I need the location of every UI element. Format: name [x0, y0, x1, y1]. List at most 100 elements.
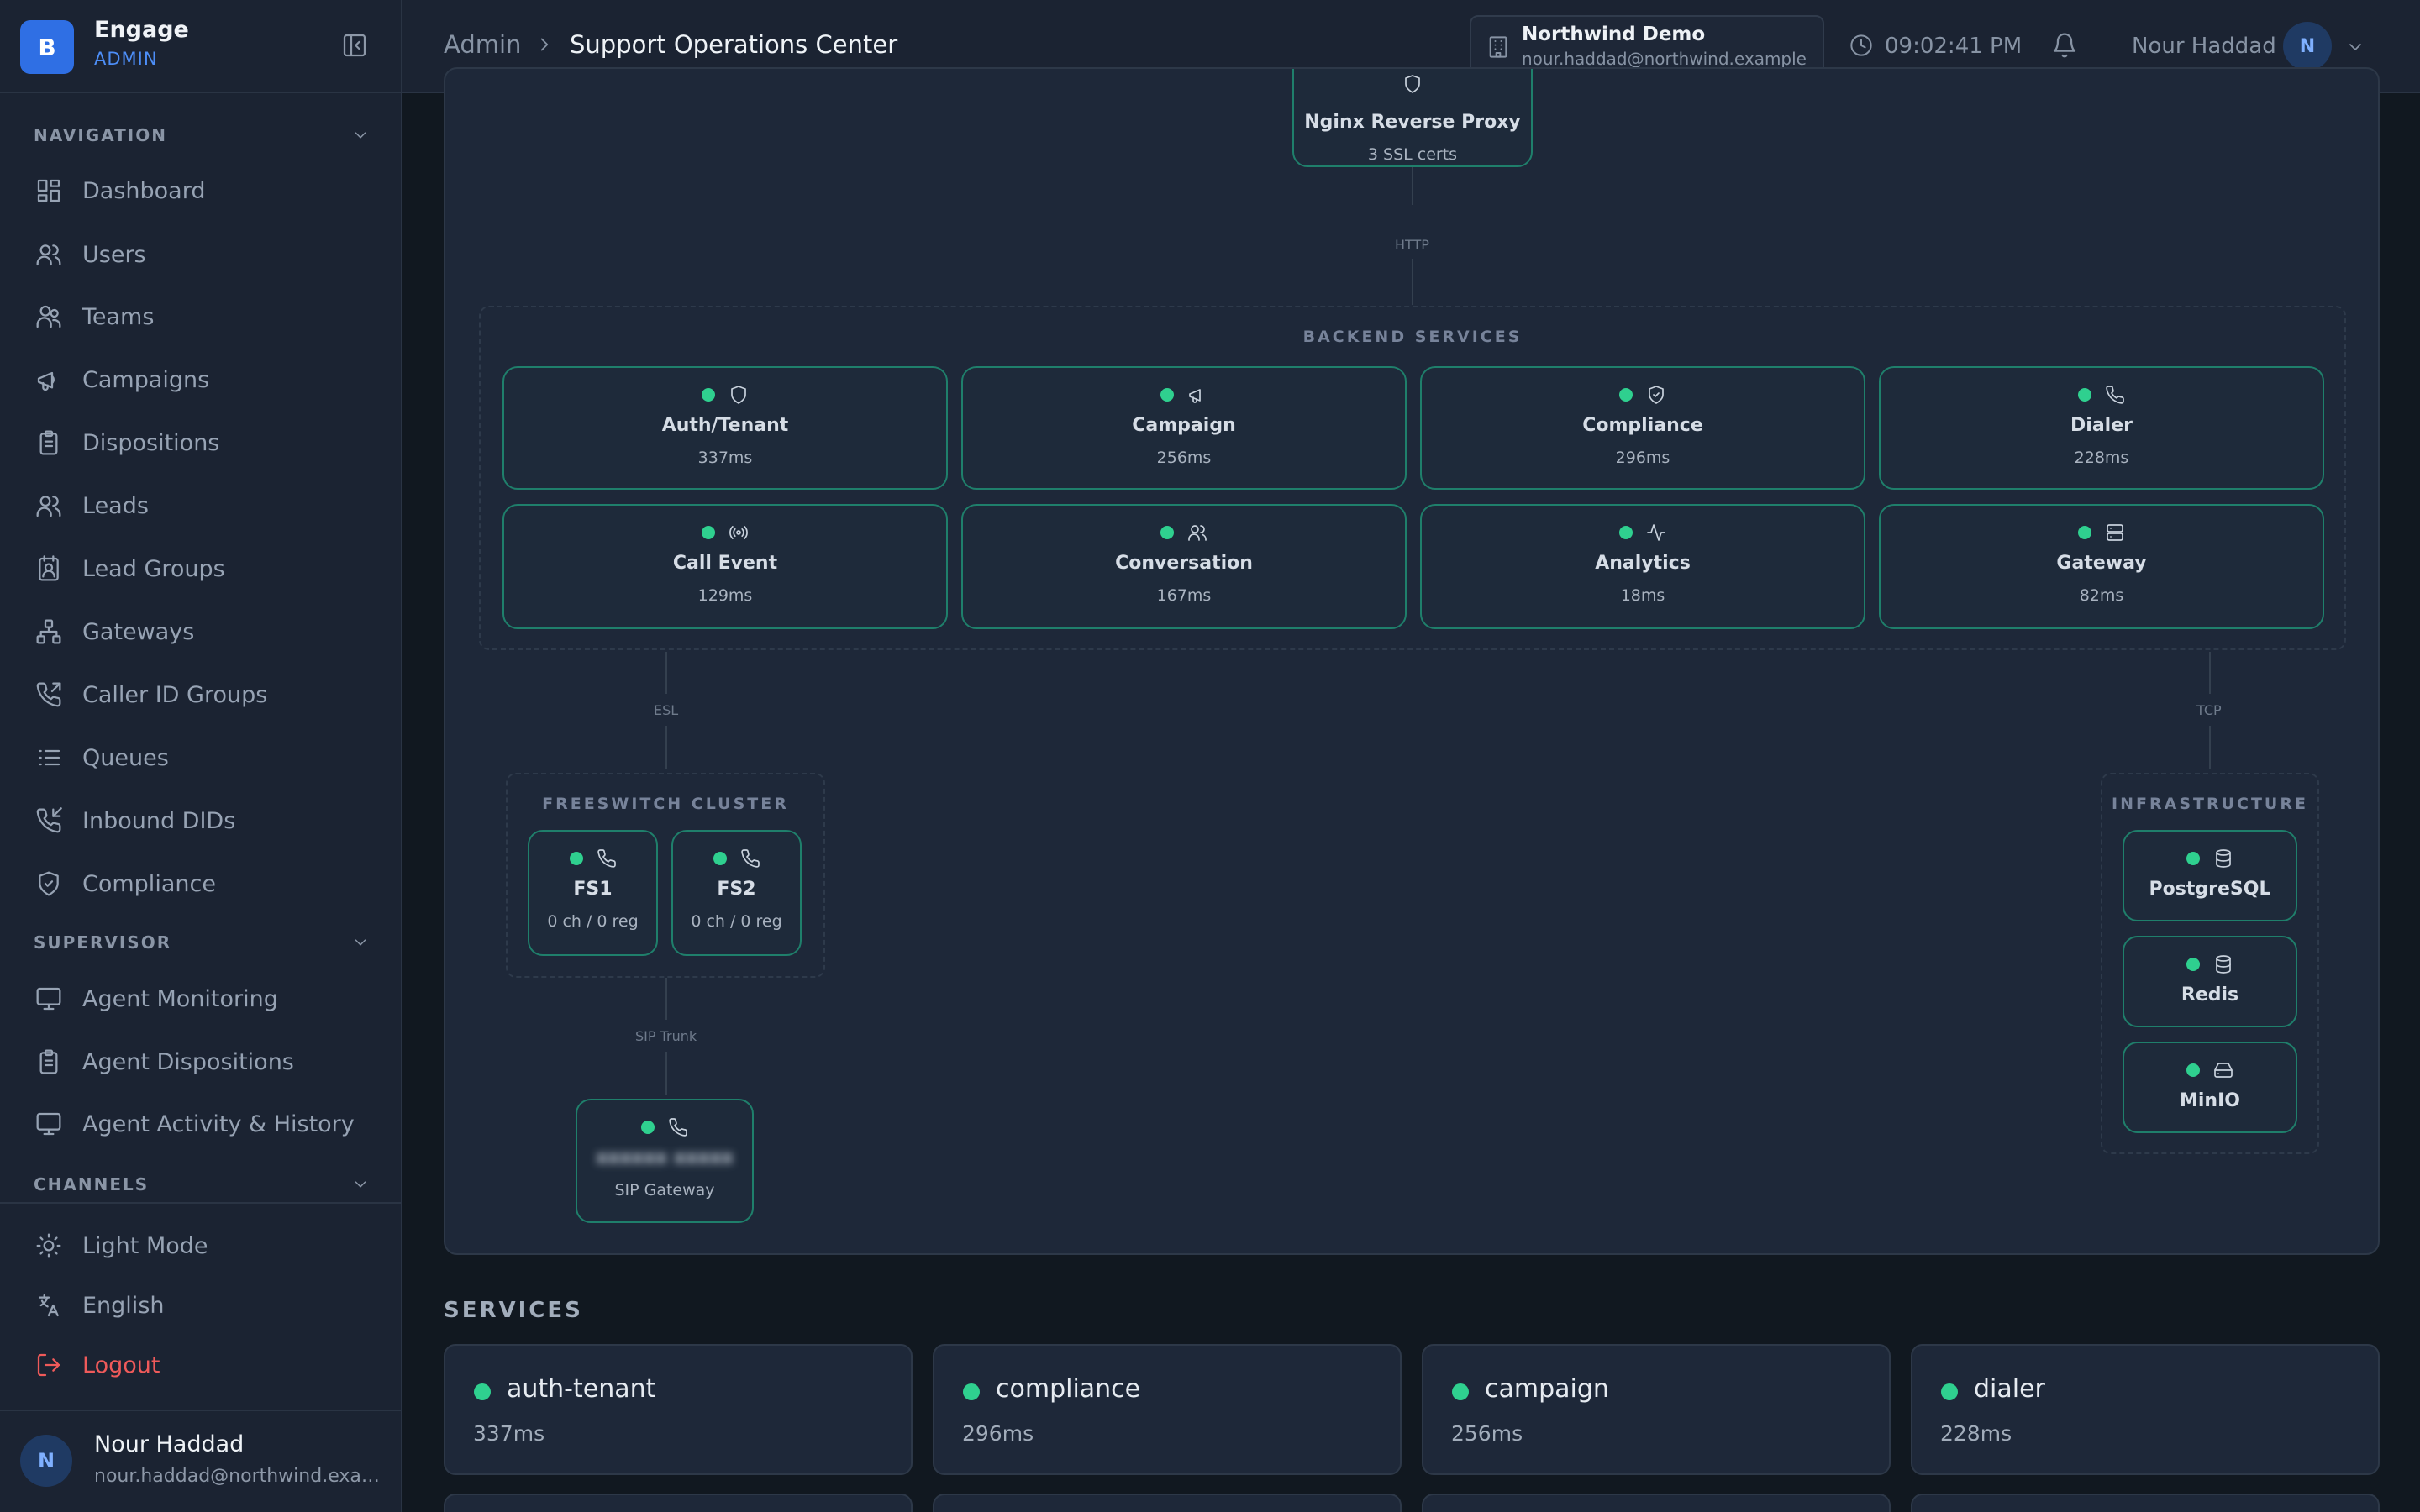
status-dot — [963, 1383, 980, 1400]
node-latency: 228ms — [2074, 449, 2129, 467]
service-node-call-event[interactable]: Call Event 129ms — [502, 504, 948, 629]
service-card-campaign[interactable]: campaign 256ms — [1422, 1344, 1891, 1475]
contact-book-icon — [34, 554, 64, 584]
connector — [2209, 652, 2211, 694]
node-name: Redis — [2181, 984, 2239, 1005]
connector-label-sip-trunk: SIP Trunk — [635, 1028, 697, 1044]
header-user-name[interactable]: Nour Haddad — [2132, 34, 2276, 59]
avatar[interactable]: N — [20, 1435, 72, 1487]
sidebar-item-leads[interactable]: Leads — [34, 486, 378, 526]
monitor-icon — [34, 984, 64, 1014]
status-dot — [2078, 526, 2091, 539]
chevron-down-icon[interactable] — [2345, 37, 2365, 57]
sidebar-item-agent-activity-history[interactable]: Agent Activity & History — [34, 1104, 378, 1144]
service-node-compliance[interactable]: Compliance 296ms — [1420, 366, 1865, 490]
connector-label-tcp: TCP — [2196, 702, 2222, 718]
section-supervisor[interactable]: SUPERVISOR — [34, 927, 370, 958]
service-name: dialer — [1974, 1374, 2045, 1404]
logout-button[interactable]: Logout — [34, 1345, 378, 1385]
sidebar-item-lead-groups[interactable]: Lead Groups — [34, 549, 378, 589]
tenant-name: Northwind Demo — [1522, 24, 1706, 45]
phone-icon — [668, 1117, 688, 1137]
node-name: Gateway — [2056, 553, 2147, 574]
group-title: FREESWITCH CLUSTER — [542, 795, 789, 813]
sidebar-item-campaigns[interactable]: Campaigns — [34, 360, 378, 400]
sidebar-item-queues[interactable]: Queues — [34, 738, 378, 778]
chevron-down-icon — [351, 126, 370, 144]
clock-icon — [1849, 34, 1873, 57]
proxy-node[interactable]: Nginx Reverse Proxy 3 SSL certs — [1292, 69, 1533, 167]
node-name: MinIO — [2180, 1090, 2240, 1111]
sidebar-item-compliance[interactable]: Compliance — [34, 864, 378, 904]
section-navigation[interactable]: NAVIGATION — [34, 120, 370, 150]
collapse-sidebar-icon[interactable] — [341, 32, 368, 59]
node-name: FS2 — [717, 879, 756, 900]
node-name: Conversation — [1115, 553, 1253, 574]
section-channels[interactable]: CHANNELS — [34, 1169, 370, 1200]
status-dot — [1619, 526, 1633, 539]
chevron-down-icon — [351, 933, 370, 952]
service-card-auth-tenant[interactable]: auth-tenant 337ms — [444, 1344, 913, 1475]
service-card[interactable] — [1911, 1494, 2380, 1512]
status-dot — [474, 1383, 491, 1400]
sidebar-item-teams[interactable]: Teams — [34, 297, 378, 337]
shield-check-icon — [34, 869, 64, 899]
service-card[interactable] — [933, 1494, 1402, 1512]
sidebar-item-agent-dispositions[interactable]: Agent Dispositions — [34, 1042, 378, 1082]
service-name: campaign — [1485, 1374, 1609, 1404]
language-selector[interactable]: English — [34, 1285, 378, 1326]
node-latency: 167ms — [1156, 586, 1212, 605]
infra-node-postgresql[interactable]: PostgreSQL — [2123, 830, 2297, 921]
service-node-conversation[interactable]: Conversation 167ms — [961, 504, 1407, 629]
service-card[interactable] — [444, 1494, 913, 1512]
chevron-right-icon — [534, 34, 555, 55]
service-name: compliance — [996, 1374, 1141, 1404]
sidebar-item-users[interactable]: Users — [34, 234, 378, 275]
bell-icon[interactable] — [2051, 32, 2078, 59]
service-node-analytics[interactable]: Analytics 18ms — [1420, 504, 1865, 629]
light-mode-toggle[interactable]: Light Mode — [34, 1226, 378, 1266]
avatar[interactable]: N — [2283, 22, 2332, 71]
tenant-email: nour.haddad@northwind.example — [1522, 49, 1807, 69]
infra-node-minio[interactable]: MinIO — [2123, 1042, 2297, 1133]
group-title: BACKEND SERVICES — [1302, 328, 1523, 346]
node-latency: 337ms — [697, 449, 753, 467]
service-node-auth-tenant[interactable]: Auth/Tenant 337ms — [502, 366, 948, 490]
sidebar-item-gateways[interactable]: Gateways — [34, 612, 378, 652]
users-icon — [34, 239, 64, 270]
connector-label-http: HTTP — [1395, 237, 1429, 253]
connector — [666, 978, 667, 1020]
node-name: FS1 — [573, 879, 613, 900]
sidebar-item-dashboard[interactable]: Dashboard — [34, 171, 378, 211]
monitor-icon — [34, 1109, 64, 1139]
proxy-title: Nginx Reverse Proxy — [1304, 112, 1521, 133]
status-dot — [1619, 388, 1633, 402]
service-latency: 228ms — [1940, 1421, 2012, 1446]
infra-node-redis[interactable]: Redis — [2123, 936, 2297, 1027]
service-node-campaign[interactable]: Campaign 256ms — [961, 366, 1407, 490]
service-card[interactable] — [1422, 1494, 1891, 1512]
phone-icon — [740, 848, 760, 869]
service-node-gateway[interactable]: Gateway 82ms — [1879, 504, 2324, 629]
service-card-compliance[interactable]: compliance 296ms — [933, 1344, 1402, 1475]
current-time: 09:02:41 PM — [1885, 34, 2023, 59]
freeswitch-node-fs1[interactable]: FS1 0 ch / 0 reg — [528, 830, 658, 956]
service-node-dialer[interactable]: Dialer 228ms — [1879, 366, 2324, 490]
sidebar: B Engage ADMIN NAVIGATION Dashboard User… — [0, 0, 402, 1512]
service-card-dialer[interactable]: dialer 228ms — [1911, 1344, 2380, 1475]
network-icon — [34, 617, 64, 647]
freeswitch-node-fs2[interactable]: FS2 0 ch / 0 reg — [671, 830, 802, 956]
status-dot — [702, 388, 715, 402]
database-icon — [2213, 848, 2233, 869]
sidebar-item-inbound-dids[interactable]: Inbound DIDs — [34, 801, 378, 841]
sidebar-item-dispositions[interactable]: Dispositions — [34, 423, 378, 463]
phone-icon — [2105, 385, 2125, 405]
sidebar-user-name: Nour Haddad — [94, 1431, 245, 1457]
sidebar-item-caller-id-groups[interactable]: Caller ID Groups — [34, 675, 378, 715]
status-dot — [1160, 388, 1174, 402]
logout-icon — [34, 1350, 64, 1380]
sidebar-item-agent-monitoring[interactable]: Agent Monitoring — [34, 979, 378, 1019]
connector — [666, 1052, 667, 1095]
sip-gateway-node[interactable]: xxxxxx xxxxx SIP Gateway — [576, 1099, 754, 1223]
breadcrumb-admin[interactable]: Admin — [444, 30, 521, 59]
